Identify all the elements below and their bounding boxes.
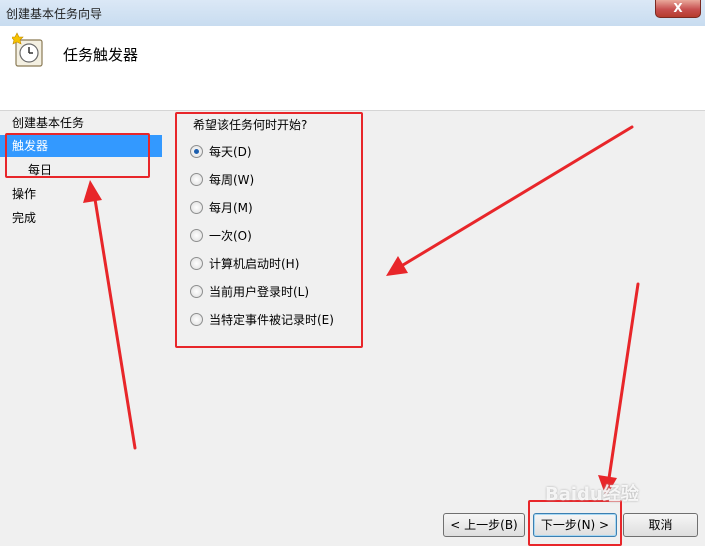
- arrowhead-sidebar: [83, 180, 102, 203]
- arrow-to-next: [606, 282, 640, 487]
- arrow-to-options: [396, 125, 634, 270]
- annotation-arrows: [83, 125, 640, 497]
- arrowhead-options: [386, 256, 408, 276]
- watermark: Baidu经验: [545, 484, 639, 505]
- arrow-to-sidebar: [92, 191, 137, 450]
